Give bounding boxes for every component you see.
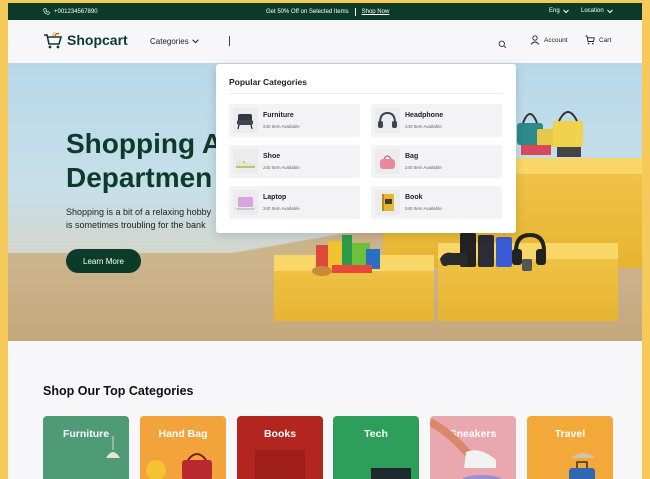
user-icon xyxy=(530,35,540,45)
logo[interactable]: Shopcart xyxy=(43,30,128,50)
category-name: Laptop xyxy=(263,194,287,201)
laptop-icon xyxy=(233,190,258,215)
electronics-illustration xyxy=(440,232,546,271)
top-bar: +001234567890 Get 50% Off on Selected It… xyxy=(8,3,642,20)
tile-label: Hand Bag xyxy=(158,428,208,440)
search-icon xyxy=(498,40,507,49)
category-card-headphone[interactable]: Headphone 240 Item Available xyxy=(371,104,502,137)
chair-icon xyxy=(233,108,258,133)
category-tile-tech[interactable]: Tech xyxy=(333,416,419,479)
language-select[interactable]: Eng xyxy=(549,8,569,14)
laptop-icon xyxy=(371,468,411,479)
location-label: Location xyxy=(581,8,604,14)
category-name: Furniture xyxy=(263,112,294,119)
category-name: Bag xyxy=(405,153,419,160)
dropdown-divider xyxy=(229,93,503,94)
book-stack-icon xyxy=(255,450,305,479)
category-availability: 240 Item Available xyxy=(405,124,442,129)
shoe-icon xyxy=(233,149,258,174)
phone-icon xyxy=(43,8,50,15)
category-card-shoe[interactable]: Shoe 240 Item Available xyxy=(229,145,360,178)
category-name: Book xyxy=(405,194,423,201)
category-card-bag[interactable]: Bag 240 Item Available xyxy=(371,145,502,178)
tile-label: Travel xyxy=(554,428,586,440)
hero-headline-line2: Departmen xyxy=(66,162,213,193)
category-tile-furniture[interactable]: Furniture xyxy=(43,416,129,479)
category-name: Headphone xyxy=(405,112,444,119)
account-button[interactable]: Account xyxy=(530,35,568,45)
cart-label: Cart xyxy=(599,36,612,44)
category-availability: 240 Item Available xyxy=(405,165,442,170)
category-availability: 240 Item Available xyxy=(263,165,300,170)
popular-categories-dropdown: Popular Categories Furniture 240 Item Av… xyxy=(216,64,516,233)
hero-description: Shopping is a bit of a relaxing hobby is… xyxy=(66,206,226,232)
category-availability: 240 Item Available xyxy=(405,206,442,211)
categories-label: Categories xyxy=(150,37,189,46)
dropdown-title: Popular Categories xyxy=(229,77,307,87)
phone-number: +001234567890 xyxy=(54,8,98,15)
suitcase-icon xyxy=(569,453,595,479)
page-frame: +001234567890 Get 50% Off on Selected It… xyxy=(8,3,642,479)
tile-label: Tech xyxy=(364,428,388,440)
category-tile-sneakers[interactable]: Sneakers xyxy=(430,416,516,479)
promo-banner: Get 50% Off on Selected Items Shop Now xyxy=(266,8,389,16)
category-tile-travel[interactable]: Travel xyxy=(527,416,613,479)
phone-contact[interactable]: +001234567890 xyxy=(43,8,98,15)
bag-icon xyxy=(375,149,400,174)
search-text-cursor[interactable] xyxy=(229,36,230,46)
section-title: Shop Our Top Categories xyxy=(43,384,194,398)
search-button[interactable] xyxy=(498,36,507,54)
lamp-icon xyxy=(106,436,120,458)
cart-logo-icon xyxy=(44,31,63,49)
category-tile-books[interactable]: Books xyxy=(237,416,323,479)
tile-label: Books xyxy=(263,428,297,440)
promo-text: Get 50% Off on Selected Items xyxy=(266,9,349,15)
hero-desc-line2: is sometimes troubling for the bank xyxy=(66,220,206,230)
cart-icon xyxy=(585,35,595,45)
headphone-icon xyxy=(375,108,400,133)
hero-desc-line1: Shopping is a bit of a relaxing hobby xyxy=(66,207,212,217)
account-label: Account xyxy=(544,36,568,44)
category-card-book[interactable]: Book 240 Item Available xyxy=(371,186,502,219)
category-card-laptop[interactable]: Laptop 240 Item Available xyxy=(229,186,360,219)
category-card-furniture[interactable]: Furniture 240 Item Available xyxy=(229,104,360,137)
shop-now-link[interactable]: Shop Now xyxy=(362,9,390,15)
chevron-down-icon xyxy=(606,9,613,13)
category-availability: 240 Item Available xyxy=(263,206,300,211)
handbag-icon xyxy=(182,453,212,479)
logo-text: Shopcart xyxy=(67,32,128,48)
hero-headline: Shopping A Departmen xyxy=(66,127,222,195)
handbags-illustration xyxy=(517,111,583,157)
ball-icon xyxy=(146,460,166,479)
book-icon xyxy=(375,190,400,215)
categories-menu-button[interactable]: Categories xyxy=(150,37,199,46)
category-tile-hand-bag[interactable]: Hand Bag xyxy=(140,416,226,479)
promo-divider xyxy=(354,8,356,16)
main-header: Shopcart Categories Account Cart xyxy=(8,20,642,63)
location-select[interactable]: Location xyxy=(581,8,613,14)
learn-more-button[interactable]: Learn More xyxy=(66,249,141,273)
sneaker-icon xyxy=(430,418,502,479)
language-label: Eng xyxy=(549,8,560,14)
top-categories-section: Shop Our Top Categories Furniture Hand B… xyxy=(8,341,642,479)
hero-headline-line1: Shopping A xyxy=(66,128,223,159)
category-availability: 240 Item Available xyxy=(263,124,300,129)
snacks-illustration xyxy=(312,235,380,276)
category-name: Shoe xyxy=(263,153,281,160)
chevron-down-icon xyxy=(562,9,569,13)
cart-button[interactable]: Cart xyxy=(585,35,611,45)
chevron-down-icon xyxy=(191,39,199,44)
